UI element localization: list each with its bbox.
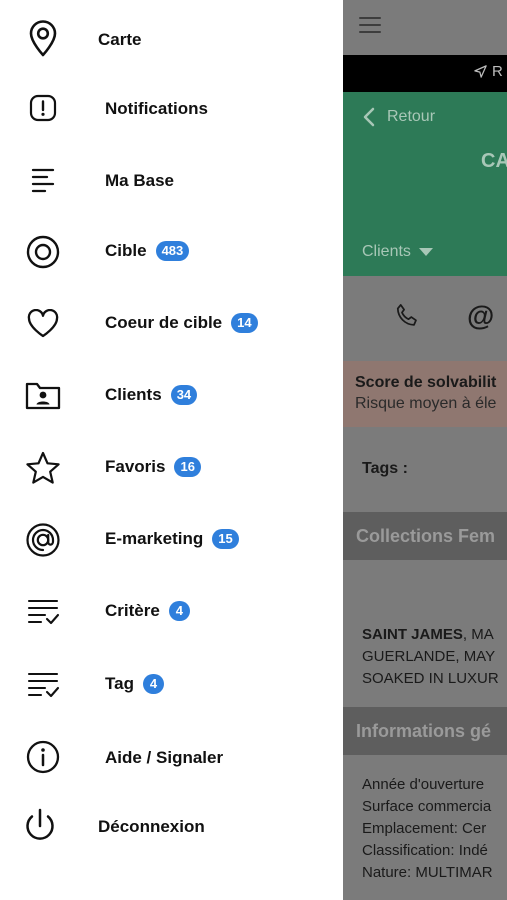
- menu-label-ma-base: Ma Base: [105, 171, 174, 191]
- menu-item-e-marketing[interactable]: E-marketing 15: [0, 510, 343, 570]
- menu-label-clients: Clients 34: [105, 385, 198, 405]
- alert-icon: [22, 87, 64, 129]
- menu-item-aide-signaler[interactable]: Aide / Signaler: [0, 727, 343, 787]
- menu-item-critere[interactable]: Critère 4: [0, 582, 343, 642]
- email-icon[interactable]: @: [467, 300, 494, 332]
- top-bar: [343, 0, 507, 55]
- menu-label-critere: Critère 4: [105, 601, 190, 621]
- chevron-left-icon: [363, 107, 375, 127]
- menu-label-text: Cible: [105, 241, 147, 260]
- page-title: CA: [481, 150, 507, 172]
- menu-label-text: Favoris: [105, 457, 166, 476]
- section-title-info: Informations gé: [356, 721, 492, 741]
- badge-critere: 4: [168, 601, 190, 621]
- menu-label-carte: Carte: [98, 30, 141, 50]
- score-subtitle: Risque moyen à éle: [355, 395, 497, 412]
- tags-label: Tags :: [362, 460, 408, 477]
- star-icon: [22, 447, 64, 489]
- menu-item-favoris[interactable]: Favoris 16: [0, 438, 343, 498]
- collections-bold: SAINT JAMES: [362, 626, 463, 643]
- heart-icon: [22, 303, 64, 345]
- checklist-icon: [22, 591, 64, 633]
- contact-folder-icon: [22, 375, 64, 417]
- back-label: Retour: [387, 108, 436, 125]
- menu-label-text: Tag: [105, 674, 134, 693]
- back-button[interactable]: Retour: [363, 107, 435, 127]
- menu-label-text: Aide / Signaler: [105, 748, 224, 767]
- menu-label-e-marketing: E-marketing 15: [105, 529, 239, 549]
- menu-item-carte[interactable]: Carte: [0, 9, 343, 69]
- dropdown-label: Clients: [362, 243, 411, 260]
- badge-coeur-de-cible: 14: [231, 313, 258, 333]
- menu-label-text: Notifications: [105, 99, 208, 118]
- section-title-collections: Collections Fem: [356, 526, 496, 546]
- menu-label-notifications: Notifications: [105, 99, 208, 119]
- info-icon: [22, 736, 64, 778]
- map-pin-icon: [22, 18, 64, 60]
- at-sign-icon: [22, 519, 64, 561]
- score-panel: [343, 361, 507, 427]
- menu-label-tag: Tag 4: [105, 674, 164, 694]
- menu-item-cible[interactable]: Cible 483: [0, 222, 343, 282]
- badge-favoris: 16: [174, 457, 201, 477]
- route-button[interactable]: R: [473, 63, 503, 80]
- menu-item-deconnexion[interactable]: Déconnexion: [0, 796, 343, 856]
- menu-label-text: Ma Base: [105, 171, 174, 190]
- navigation-drawer: Carte Notifications Ma Base Cible 483 Coe…: [0, 0, 343, 900]
- collections-text: SAINT JAMES, MA GUERLANDE, MAY SOAKED IN…: [362, 624, 499, 690]
- lines-icon: [22, 159, 64, 201]
- power-icon: [19, 805, 61, 847]
- collections-line: SAINT JAMES, MA: [362, 624, 499, 646]
- menu-label-text: E-marketing: [105, 529, 204, 548]
- collections-line-rest: , MA: [462, 626, 494, 643]
- phone-icon[interactable]: [393, 302, 421, 330]
- menu-item-notifications[interactable]: Notifications: [0, 78, 343, 138]
- menu-item-tag[interactable]: Tag 4: [0, 655, 343, 715]
- menu-label-text: Déconnexion: [98, 817, 205, 836]
- menu-label-cible: Cible 483: [105, 241, 190, 261]
- caret-down-icon: [418, 248, 433, 256]
- menu-label-coeur-de-cible: Coeur de cible 14: [105, 313, 258, 333]
- info-line: Année d'ouverture: [362, 776, 485, 793]
- route-label: R: [492, 63, 503, 80]
- info-line: Nature: MULTIMAR: [362, 864, 493, 881]
- collections-line: GUERLANDE, MAY: [362, 648, 496, 665]
- menu-label-deconnexion: Déconnexion: [98, 817, 205, 837]
- badge-tag: 4: [142, 674, 164, 694]
- info-line: Emplacement: Cer: [362, 820, 487, 837]
- menu-label-text: Clients: [105, 385, 162, 404]
- menu-item-ma-base[interactable]: Ma Base: [0, 150, 343, 210]
- collections-line: SOAKED IN LUXUR: [362, 670, 499, 687]
- score-title: Score de solvabilit: [355, 374, 497, 391]
- menu-label-text: Carte: [98, 30, 142, 49]
- menu-label-aide-signaler: Aide / Signaler: [105, 748, 223, 768]
- checklist-icon: [22, 664, 64, 706]
- clients-dropdown[interactable]: Clients: [362, 243, 433, 261]
- target-icon: [22, 231, 64, 273]
- info-line: Classification: Indé: [362, 842, 488, 859]
- info-text: Année d'ouverture Surface commercia Empl…: [362, 774, 493, 884]
- menu-label-favoris: Favoris 16: [105, 457, 201, 477]
- menu-item-coeur-de-cible[interactable]: Coeur de cible 14: [0, 294, 343, 354]
- menu-label-text: Critère: [105, 601, 160, 620]
- menu-label-text: Coeur de cible: [105, 313, 223, 332]
- hamburger-menu-icon[interactable]: [359, 17, 381, 35]
- navigation-arrow-icon: [474, 65, 487, 78]
- badge-e-marketing: 15: [212, 529, 239, 549]
- badge-cible: 483: [155, 241, 190, 261]
- info-line: Surface commercia: [362, 798, 492, 815]
- menu-item-clients[interactable]: Clients 34: [0, 366, 343, 426]
- background-app: R Retour CA Clients @ Score de solvabili…: [343, 0, 507, 900]
- badge-clients: 34: [170, 385, 198, 405]
